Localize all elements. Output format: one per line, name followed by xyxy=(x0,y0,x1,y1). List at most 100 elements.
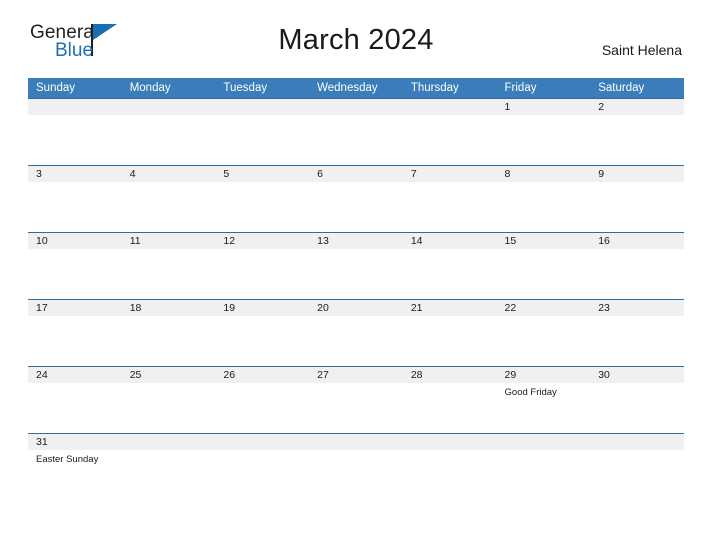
calendar-day-cell[interactable]: 21 xyxy=(402,299,497,367)
day-cell-content xyxy=(28,99,122,115)
day-cell-content: 4 xyxy=(121,166,216,182)
day-cell-content: 14 xyxy=(402,233,497,249)
day-cell-content xyxy=(309,434,403,450)
calendar-empty-cell xyxy=(215,433,310,494)
day-number[interactable]: 16 xyxy=(590,233,684,249)
calendar-day-cell[interactable]: 12 xyxy=(215,232,310,300)
day-number[interactable]: 13 xyxy=(309,233,403,249)
weekday-header-friday: Friday xyxy=(496,78,591,99)
weekday-header-thursday: Thursday xyxy=(402,78,497,99)
day-number[interactable]: 27 xyxy=(309,367,403,383)
day-number[interactable]: 26 xyxy=(215,367,310,383)
day-number[interactable]: 22 xyxy=(496,300,591,316)
calendar-day-cell[interactable]: 8 xyxy=(496,165,591,233)
calendar-day-cell[interactable]: 13 xyxy=(309,232,403,300)
day-number[interactable]: 20 xyxy=(309,300,403,316)
day-cell-content xyxy=(496,434,591,450)
day-number[interactable]: 29 xyxy=(496,367,591,383)
calendar-empty-cell xyxy=(590,433,684,494)
calendar-day-cell[interactable]: 3 xyxy=(28,165,122,233)
day-cell-content: 6 xyxy=(309,166,403,182)
calendar-day-cell[interactable]: 20 xyxy=(309,299,403,367)
day-number[interactable]: 31 xyxy=(28,434,122,450)
day-number[interactable]: 14 xyxy=(402,233,497,249)
day-number xyxy=(28,99,122,115)
day-number[interactable]: 5 xyxy=(215,166,310,182)
day-cell-content xyxy=(215,434,310,450)
calendar-day-cell[interactable]: 26 xyxy=(215,366,310,434)
calendar-day-cell[interactable]: 24 xyxy=(28,366,122,434)
calendar-header-row: Sunday Monday Tuesday Wednesday Thursday Frid… xyxy=(28,78,684,99)
day-number[interactable]: 7 xyxy=(402,166,497,182)
calendar-page: General Blue March 2024 Saint Helena Sun… xyxy=(0,0,712,550)
day-number[interactable]: 15 xyxy=(496,233,591,249)
calendar-day-cell[interactable]: 2 xyxy=(590,98,684,166)
day-number[interactable]: 6 xyxy=(309,166,403,182)
calendar-day-cell[interactable]: 22 xyxy=(496,299,591,367)
day-cell-content: 25 xyxy=(121,367,216,383)
weekday-header-wednesday: Wednesday xyxy=(309,78,403,99)
calendar-day-cell[interactable]: 15 xyxy=(496,232,591,300)
calendar-day-cell[interactable]: 19 xyxy=(215,299,310,367)
day-number[interactable]: 2 xyxy=(590,99,684,115)
day-cell-content: 1 xyxy=(496,99,591,115)
day-cell-content: 31 Easter Sunday xyxy=(28,434,122,466)
day-cell-content: 13 xyxy=(309,233,403,249)
day-number xyxy=(215,434,310,450)
calendar-day-cell[interactable]: 23 xyxy=(590,299,684,367)
calendar-day-cell[interactable]: 31 Easter Sunday xyxy=(28,433,122,494)
day-cell-content: 10 xyxy=(28,233,122,249)
day-cell-content: 26 xyxy=(215,367,310,383)
calendar-day-cell[interactable]: 18 xyxy=(121,299,216,367)
day-number xyxy=(402,99,497,115)
day-number[interactable]: 24 xyxy=(28,367,122,383)
day-number[interactable]: 21 xyxy=(402,300,497,316)
calendar-day-cell[interactable]: 10 xyxy=(28,232,122,300)
day-cell-content xyxy=(402,434,497,450)
day-number[interactable]: 4 xyxy=(121,166,216,182)
day-number[interactable]: 30 xyxy=(590,367,684,383)
day-cell-content xyxy=(121,434,216,450)
day-cell-content xyxy=(590,434,684,450)
calendar-day-cell[interactable]: 9 xyxy=(590,165,684,233)
day-cell-content: 17 xyxy=(28,300,122,316)
day-number[interactable]: 19 xyxy=(215,300,310,316)
day-number[interactable]: 23 xyxy=(590,300,684,316)
calendar-day-cell[interactable]: 5 xyxy=(215,165,310,233)
calendar-empty-cell xyxy=(215,98,310,166)
day-number[interactable]: 18 xyxy=(121,300,216,316)
day-number[interactable]: 1 xyxy=(496,99,591,115)
day-cell-content: 21 xyxy=(402,300,497,316)
day-number[interactable]: 8 xyxy=(496,166,591,182)
day-cell-content xyxy=(309,99,403,115)
calendar-day-cell[interactable]: 1 xyxy=(496,98,591,166)
calendar-day-cell[interactable]: 29 Good Friday xyxy=(496,366,591,434)
day-number xyxy=(121,99,216,115)
calendar-day-cell[interactable]: 7 xyxy=(402,165,497,233)
day-number[interactable]: 28 xyxy=(402,367,497,383)
day-number[interactable]: 12 xyxy=(215,233,310,249)
day-number[interactable]: 11 xyxy=(121,233,216,249)
day-number[interactable]: 10 xyxy=(28,233,122,249)
calendar-day-cell[interactable]: 17 xyxy=(28,299,122,367)
day-number[interactable]: 9 xyxy=(590,166,684,182)
weekday-header-saturday: Saturday xyxy=(590,78,684,99)
calendar-day-cell[interactable]: 25 xyxy=(121,366,216,434)
calendar-day-cell[interactable]: 4 xyxy=(121,165,216,233)
day-number[interactable]: 3 xyxy=(28,166,122,182)
day-number[interactable]: 25 xyxy=(121,367,216,383)
calendar-day-cell[interactable]: 30 xyxy=(590,366,684,434)
day-cell-content: 5 xyxy=(215,166,310,182)
calendar-day-cell[interactable]: 6 xyxy=(309,165,403,233)
calendar-day-cell[interactable]: 14 xyxy=(402,232,497,300)
calendar-day-cell[interactable]: 27 xyxy=(309,366,403,434)
day-number xyxy=(309,434,403,450)
day-cell-content: 23 xyxy=(590,300,684,316)
day-cell-content: 29 Good Friday xyxy=(496,367,591,399)
calendar-day-cell[interactable]: 11 xyxy=(121,232,216,300)
weekday-header-monday: Monday xyxy=(121,78,216,99)
calendar-day-cell[interactable]: 28 xyxy=(402,366,497,434)
calendar-day-cell[interactable]: 16 xyxy=(590,232,684,300)
day-cell-content: 8 xyxy=(496,166,591,182)
day-number[interactable]: 17 xyxy=(28,300,122,316)
